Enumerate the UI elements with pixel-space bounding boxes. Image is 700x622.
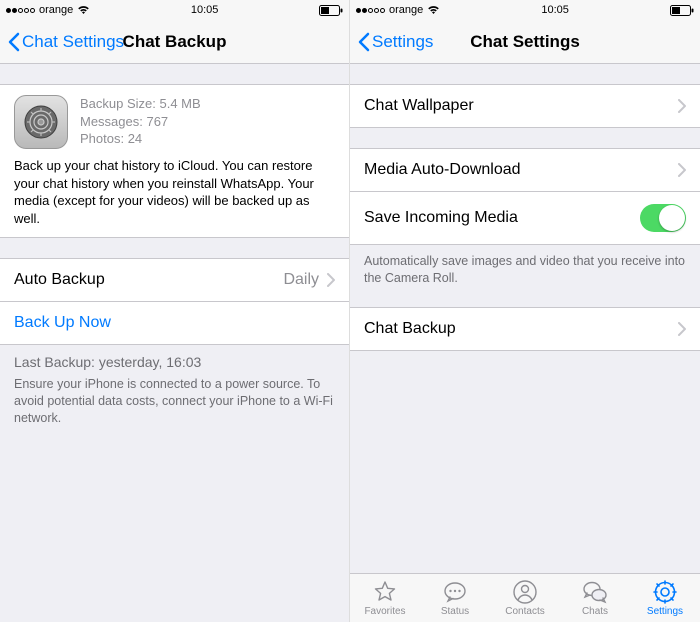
tab-favorites[interactable]: Favorites (350, 579, 420, 617)
backup-messages: Messages: 767 (80, 113, 201, 131)
chat-wallpaper-cell[interactable]: Chat Wallpaper (350, 85, 700, 127)
star-icon (372, 579, 398, 605)
tab-contacts[interactable]: Contacts (490, 579, 560, 617)
signal-dots-icon (356, 8, 385, 13)
last-backup-title: Last Backup: yesterday, 16:03 (14, 353, 335, 372)
content: Backup Size: 5.4 MB Messages: 767 Photos… (0, 64, 349, 622)
chevron-right-icon (678, 163, 686, 177)
gear-icon (652, 579, 678, 605)
chevron-left-icon (8, 32, 20, 52)
signal-dots-icon (6, 8, 35, 13)
wifi-icon (77, 5, 90, 15)
status-bar: orange 10:05 (350, 0, 700, 20)
backup-info-block: Backup Size: 5.4 MB Messages: 767 Photos… (0, 84, 349, 238)
back-label: Settings (372, 32, 433, 52)
status-right (319, 5, 343, 16)
tab-label: Status (441, 606, 469, 617)
chevron-left-icon (358, 32, 370, 52)
backup-size: Backup Size: 5.4 MB (80, 95, 201, 113)
backup-now-label: Back Up Now (14, 314, 111, 332)
nav-bar: Settings Chat Settings (350, 20, 700, 64)
content: Chat Wallpaper Media Auto-Download (350, 64, 700, 573)
status-left: orange (356, 4, 440, 16)
page-title: Chat Backup (123, 32, 227, 52)
clock-label: 10:05 (541, 4, 569, 16)
media-auto-download-cell[interactable]: Media Auto-Download (350, 149, 700, 192)
chats-icon (582, 579, 608, 605)
contacts-icon (512, 579, 538, 605)
back-button[interactable]: Chat Settings (8, 32, 124, 52)
backup-now-button[interactable]: Back Up Now (0, 302, 349, 344)
page-title: Chat Settings (470, 32, 580, 52)
settings-app-icon (14, 95, 68, 149)
chat-backup-cell[interactable]: Chat Backup (350, 308, 700, 350)
nav-bar: Chat Settings Chat Backup (0, 20, 349, 64)
auto-backup-value: Daily (283, 271, 319, 289)
media-auto-download-label: Media Auto-Download (364, 161, 521, 179)
chat-backup-label: Chat Backup (364, 320, 456, 338)
back-button[interactable]: Settings (358, 32, 433, 52)
status-left: orange (6, 4, 90, 16)
battery-icon (670, 5, 694, 16)
save-incoming-media-toggle[interactable] (640, 204, 686, 232)
tab-bar: Favorites Status Contacts Chats Settings (350, 573, 700, 622)
auto-backup-cell[interactable]: Auto Backup Daily (0, 259, 349, 302)
chat-wallpaper-label: Chat Wallpaper (364, 97, 474, 115)
tab-status[interactable]: Status (420, 579, 490, 617)
auto-backup-label: Auto Backup (14, 271, 105, 289)
last-backup-footer: Last Backup: yesterday, 16:03 Ensure you… (0, 345, 349, 433)
tab-settings[interactable]: Settings (630, 579, 700, 617)
save-incoming-media-label: Save Incoming Media (364, 209, 518, 227)
backup-desc: Back up your chat history to iCloud. You… (14, 157, 335, 227)
save-incoming-footer: Automatically save images and video that… (350, 245, 700, 293)
tab-label: Favorites (364, 606, 405, 617)
tab-label: Settings (647, 606, 683, 617)
tab-label: Contacts (505, 606, 544, 617)
tab-label: Chats (582, 606, 608, 617)
status-icon (442, 579, 468, 605)
carrier-label: orange (39, 4, 73, 16)
battery-icon (319, 5, 343, 16)
chevron-right-icon (678, 322, 686, 336)
wifi-icon (427, 5, 440, 15)
clock-label: 10:05 (191, 4, 219, 16)
status-bar: orange 10:05 (0, 0, 349, 20)
last-backup-body: Ensure your iPhone is connected to a pow… (14, 376, 335, 427)
screen-chat-backup: orange 10:05 Chat Settings Chat Backup (0, 0, 350, 622)
chevron-right-icon (678, 99, 686, 113)
status-right (670, 5, 694, 16)
screen-chat-settings: orange 10:05 Settings Chat Settings Chat… (350, 0, 700, 622)
chevron-right-icon (327, 273, 335, 287)
back-label: Chat Settings (22, 32, 124, 52)
tab-chats[interactable]: Chats (560, 579, 630, 617)
backup-meta: Backup Size: 5.4 MB Messages: 767 Photos… (80, 95, 201, 149)
save-incoming-media-cell: Save Incoming Media (350, 192, 700, 244)
backup-photos: Photos: 24 (80, 130, 201, 148)
carrier-label: orange (389, 4, 423, 16)
